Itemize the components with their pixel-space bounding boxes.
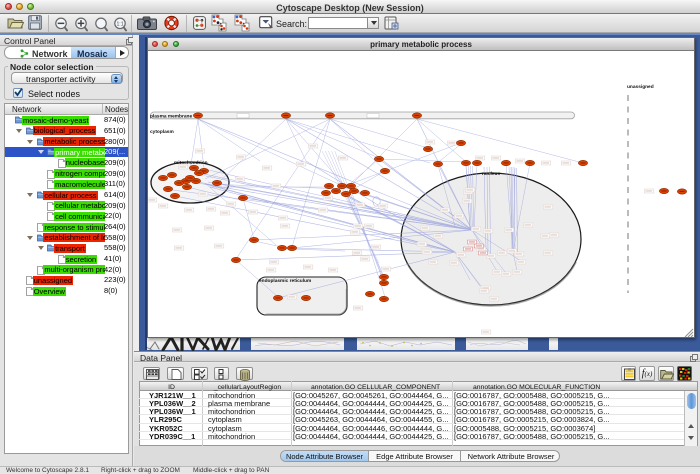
svg-text:cytoplasm: cytoplasm bbox=[150, 129, 174, 135]
svg-text:unassigned: unassigned bbox=[627, 84, 654, 90]
svg-text:mitochondrion: mitochondrion bbox=[174, 160, 208, 166]
svg-text:plasma membrane: plasma membrane bbox=[150, 114, 192, 120]
svg-text:endoplasmic reticulum: endoplasmic reticulum bbox=[259, 278, 311, 284]
svg-text:nucleus: nucleus bbox=[482, 171, 500, 177]
